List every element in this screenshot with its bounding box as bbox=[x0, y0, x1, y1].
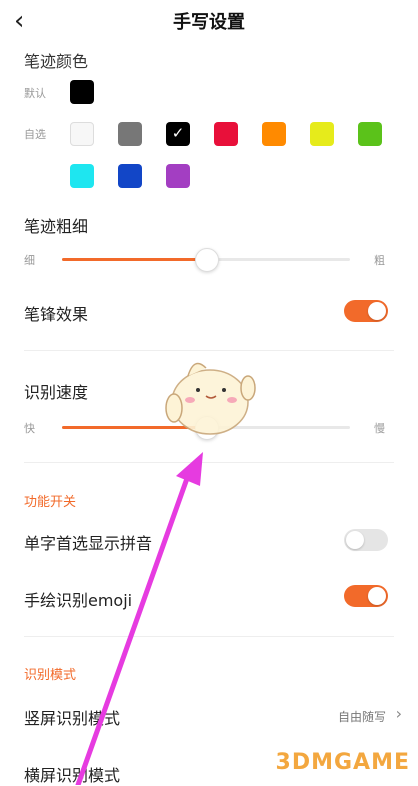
landscape-mode-label[interactable]: 横屏识别模式 bbox=[24, 762, 120, 786]
color-swatch-yellow[interactable] bbox=[310, 122, 334, 146]
default-color-swatch[interactable] bbox=[70, 80, 94, 104]
chevron-right-icon: › bbox=[395, 704, 402, 723]
mascot-sticker bbox=[165, 362, 256, 435]
checkmark-icon: ✓ bbox=[171, 124, 185, 142]
features-section-title: 功能开关 bbox=[24, 495, 77, 510]
watermark-logo: 3DMGAME bbox=[275, 750, 410, 775]
stroke-width-title: 笔迹粗细 bbox=[24, 217, 89, 236]
stroke-width-slider-fill bbox=[62, 258, 206, 261]
default-color-label: 默认 bbox=[24, 87, 46, 100]
color-swatch-purple[interactable] bbox=[166, 164, 190, 188]
emoji-option-toggle[interactable] bbox=[344, 585, 388, 607]
divider bbox=[24, 462, 394, 463]
stroke-width-max-label: 粗 bbox=[374, 254, 385, 267]
mode-section-title: 识别模式 bbox=[24, 668, 77, 683]
pinyin-option-label: 单字首选显示拼音 bbox=[24, 534, 153, 553]
stroke-width-min-label: 细 bbox=[24, 254, 35, 267]
color-swatch-orange[interactable] bbox=[262, 122, 286, 146]
stroke-width-slider[interactable] bbox=[62, 248, 350, 272]
pen-tip-label: 笔锋效果 bbox=[24, 305, 89, 324]
toggle-knob bbox=[346, 531, 364, 549]
recognition-speed-title: 识别速度 bbox=[24, 383, 89, 402]
color-swatch-cyan[interactable] bbox=[70, 164, 94, 188]
page-title: 手写设置 bbox=[173, 12, 245, 33]
divider bbox=[24, 636, 394, 637]
custom-color-label: 自选 bbox=[24, 128, 46, 141]
color-swatch-red[interactable] bbox=[214, 122, 238, 146]
color-swatch-white[interactable] bbox=[70, 122, 94, 146]
color-swatch-gray[interactable] bbox=[118, 122, 142, 146]
portrait-mode-label[interactable]: 竖屏识别模式 bbox=[24, 705, 120, 729]
recognition-speed-min-label: 快 bbox=[24, 422, 35, 435]
color-swatch-black-selected[interactable]: ✓ bbox=[166, 122, 190, 146]
stroke-color-title: 笔迹颜色 bbox=[24, 52, 89, 71]
toggle-knob bbox=[368, 302, 386, 320]
color-swatch-green[interactable] bbox=[358, 122, 382, 146]
pen-tip-toggle[interactable] bbox=[344, 300, 388, 322]
portrait-mode-value: 自由随写 bbox=[337, 710, 386, 724]
color-swatch-blue[interactable] bbox=[118, 164, 142, 188]
pinyin-option-toggle[interactable] bbox=[344, 529, 388, 551]
stroke-width-slider-thumb[interactable] bbox=[195, 248, 219, 272]
recognition-speed-max-label: 慢 bbox=[374, 422, 385, 435]
toggle-knob bbox=[368, 587, 386, 605]
header-bar: ‹ 手写设置 bbox=[0, 0, 418, 42]
emoji-option-label: 手绘识别emoji bbox=[24, 591, 133, 610]
